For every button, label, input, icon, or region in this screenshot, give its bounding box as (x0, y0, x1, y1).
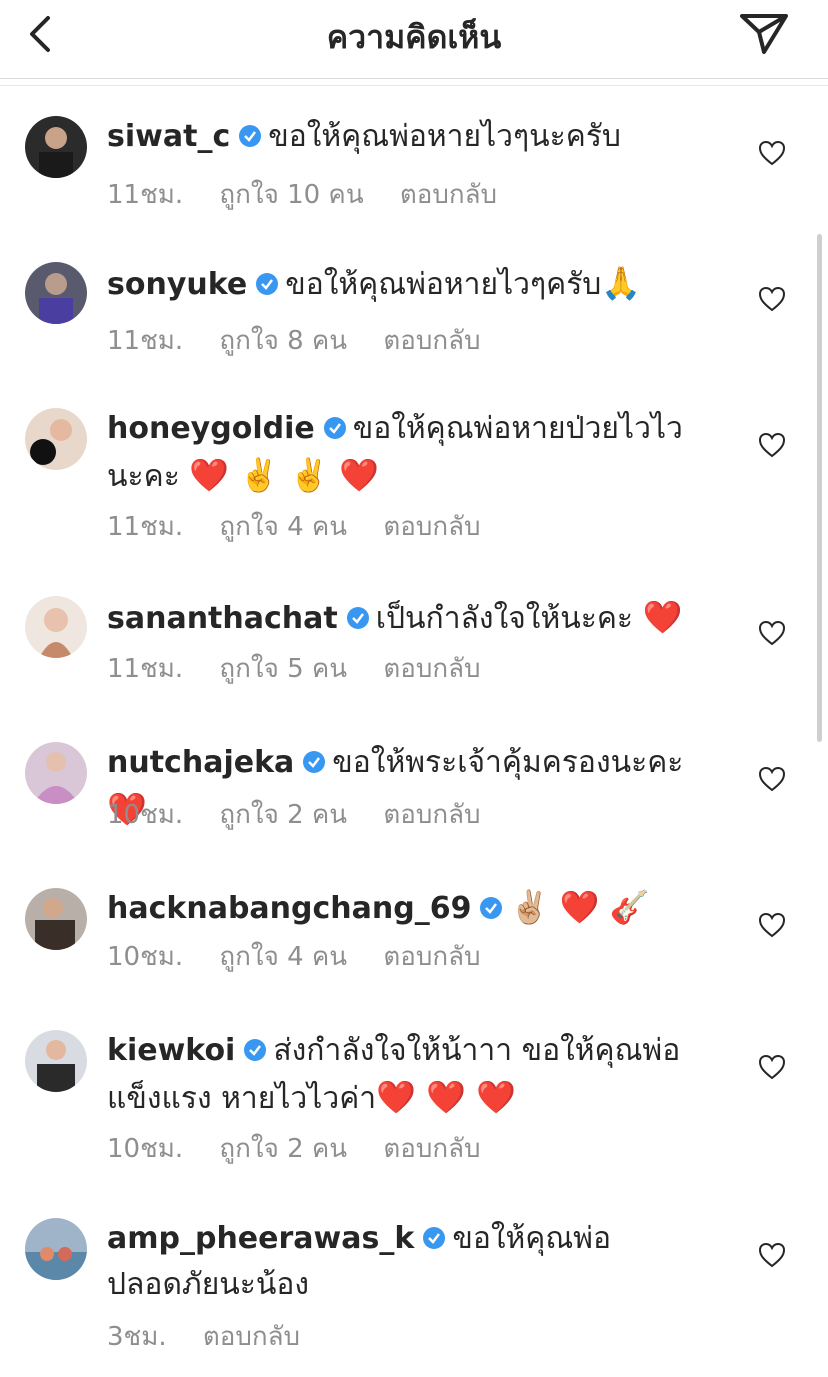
comment-time: 10ชม. (107, 942, 184, 972)
comment-time: 10ชม. (107, 1134, 184, 1164)
username[interactable]: hacknabangchang_69 (107, 891, 471, 926)
username[interactable]: kiewkoi (107, 1033, 235, 1068)
heart-icon[interactable] (758, 620, 786, 646)
avatar[interactable] (25, 1030, 87, 1092)
username[interactable]: siwat_c (107, 119, 230, 154)
scrollbar[interactable] (817, 234, 822, 742)
likes-count[interactable]: ถูกใจ 2 คน (219, 800, 347, 830)
heart-icon[interactable] (758, 140, 786, 166)
reply-button[interactable]: ตอบกลับ (383, 654, 480, 684)
heart-icon[interactable] (758, 912, 786, 938)
comment-emojis: ❤️ (642, 598, 683, 636)
verified-badge-icon (244, 1039, 267, 1061)
avatar[interactable] (25, 262, 87, 324)
heart-icon[interactable] (758, 432, 786, 458)
comment-time: 11ชม. (107, 654, 184, 684)
heart-icon[interactable] (758, 286, 786, 312)
verified-badge-icon (423, 1227, 446, 1249)
reply-button[interactable]: ตอบกลับ (383, 1134, 480, 1164)
comment-text: ขอให้คุณพ่อหายไวๆครับ (285, 267, 602, 302)
username[interactable]: sananthachat (107, 601, 338, 636)
send-icon[interactable] (738, 10, 790, 56)
comment-emojis: ✌🏼 ❤️ 🎸 (509, 888, 650, 926)
username[interactable]: nutchajeka (107, 745, 294, 780)
likes-count[interactable]: ถูกใจ 4 คน (219, 512, 347, 542)
page-title: ความคิดเห็น (326, 18, 502, 56)
reply-button[interactable]: ตอบกลับ (203, 1322, 300, 1352)
reply-button[interactable]: ตอบกลับ (383, 942, 480, 972)
comment-emojis: 🙏 (601, 264, 642, 302)
heart-icon[interactable] (758, 1242, 786, 1268)
reply-button[interactable]: ตอบกลับ (383, 512, 480, 542)
verified-badge-icon (346, 607, 369, 629)
avatar[interactable] (25, 116, 87, 178)
comment-text: เป็นกำลังใจให้นะคะ (375, 601, 634, 636)
comment-time: 11ชม. (107, 326, 184, 356)
comment-time: 10ชม. (107, 800, 184, 830)
likes-count[interactable]: ถูกใจ 10 คน (219, 180, 363, 210)
verified-badge-icon (256, 273, 279, 295)
heart-icon[interactable] (758, 1054, 786, 1080)
comment-time: 11ชม. (107, 180, 184, 210)
username[interactable]: honeygoldie (107, 411, 315, 446)
likes-count[interactable]: ถูกใจ 4 คน (219, 942, 347, 972)
avatar[interactable] (25, 596, 87, 658)
verified-badge-icon (303, 751, 326, 773)
reply-button[interactable]: ตอบกลับ (383, 800, 480, 830)
likes-count[interactable]: ถูกใจ 5 คน (219, 654, 347, 684)
verified-badge-icon (323, 417, 346, 439)
likes-count[interactable]: ถูกใจ 2 คน (219, 1134, 347, 1164)
avatar[interactable] (25, 1218, 87, 1280)
heart-icon[interactable] (758, 766, 786, 792)
username[interactable]: sonyuke (107, 267, 247, 302)
verified-badge-icon (480, 897, 503, 919)
likes-count[interactable]: ถูกใจ 8 คน (219, 326, 347, 356)
reply-button[interactable]: ตอบกลับ (383, 326, 480, 356)
comment-time: 11ชม. (107, 512, 184, 542)
avatar[interactable] (25, 408, 87, 470)
username[interactable]: amp_pheerawas_k (107, 1221, 414, 1256)
comment-emojis: ❤️ ✌️ ✌️ ❤️ (189, 456, 380, 494)
comment-emojis: ❤️ ❤️ ❤️ (376, 1078, 516, 1116)
header-divider (0, 79, 828, 86)
comment-time: 3ชม. (107, 1322, 167, 1352)
reply-button[interactable]: ตอบกลับ (400, 180, 497, 210)
comment-text: ขอให้พระเจ้าคุ้มครองนะคะ (332, 745, 684, 780)
comment-text: ขอให้คุณพ่อหายไวๆนะครับ (268, 119, 621, 154)
avatar[interactable] (25, 742, 87, 804)
avatar[interactable] (25, 888, 87, 950)
top-bar: ความคิดเห็น (0, 0, 828, 79)
verified-badge-icon (239, 125, 262, 147)
